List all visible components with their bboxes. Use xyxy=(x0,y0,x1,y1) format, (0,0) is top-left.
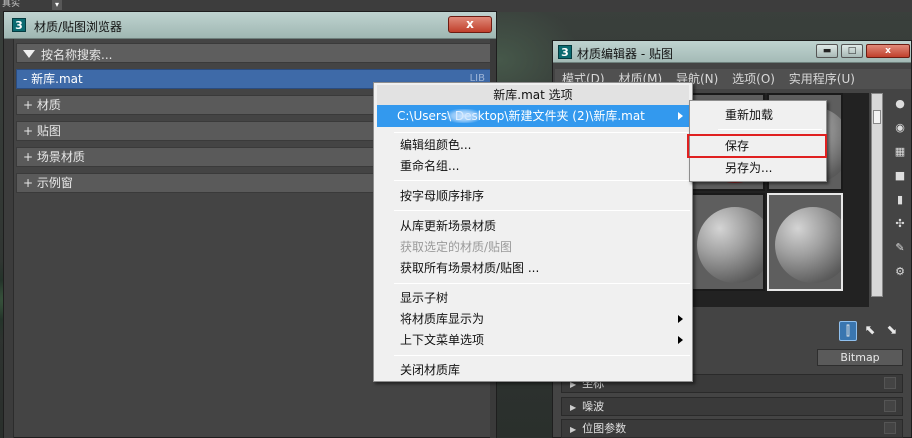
sample-slot-active[interactable] xyxy=(767,193,843,291)
menu-utilities[interactable]: 实用程序(U) xyxy=(789,72,855,86)
menu-item-show-subtree[interactable]: 显示子树 xyxy=(377,288,689,308)
rollout-bitmap-parameters[interactable]: ▶ 位图参数 xyxy=(561,419,903,438)
menu-separator xyxy=(394,132,690,133)
context-menu-library-path-item[interactable]: C:\Users\ Desktop\新建文件夹 (2)\新库.mat xyxy=(377,105,689,127)
library-path-label: C:\Users\ Desktop\新建文件夹 (2)\新库.mat xyxy=(397,109,645,123)
context-menu-header: 新库.mat 选项 xyxy=(377,85,689,105)
go-to-parent-icon[interactable]: ⬉ xyxy=(861,321,879,341)
menu-item-edit-group-color[interactable]: 编辑组颜色... xyxy=(377,135,689,155)
search-by-name-label: 按名称搜索... xyxy=(41,48,113,62)
menu-options[interactable]: 选项(O) xyxy=(732,72,775,86)
editor-close-button[interactable]: x xyxy=(866,44,910,58)
sample-type-sphere-icon[interactable]: ● xyxy=(893,97,907,111)
menu-item-display-library-as[interactable]: 将材质库显示为 xyxy=(377,309,689,329)
map-type-button[interactable]: Bitmap xyxy=(817,349,903,366)
submenu-arrow-icon xyxy=(678,112,683,120)
browser-close-button[interactable]: x xyxy=(448,16,492,33)
rollout-pin-icon[interactable] xyxy=(884,422,896,434)
rollout-noise[interactable]: ▶ 噪波 xyxy=(561,397,903,416)
menu-item-get-all-scene[interactable]: 获取所有场景材质/贴图 ... xyxy=(377,258,689,278)
app-logo-icon: 3 xyxy=(558,45,572,59)
rollout-pin-icon[interactable] xyxy=(884,400,896,412)
select-by-material-icon[interactable]: ⚙ xyxy=(893,265,907,279)
submenu-arrow-icon xyxy=(678,336,683,344)
menu-separator xyxy=(718,129,822,130)
tree-row-label: + 贴图 xyxy=(23,124,61,138)
rollout-pin-icon[interactable] xyxy=(884,377,896,389)
top-strip-text: 真实 xyxy=(2,0,21,9)
maximize-button[interactable]: □ xyxy=(841,44,863,58)
editor-title: 材质编辑器 - 贴图 xyxy=(577,47,673,61)
menu-separator xyxy=(394,355,690,356)
menu-separator xyxy=(394,180,690,181)
editor-titlebar[interactable]: 3 材质编辑器 - 贴图 ▬ □ x xyxy=(553,41,911,63)
slots-scrollbar[interactable] xyxy=(871,93,883,297)
menu-item-update-scene-materials[interactable]: 从库更新场景材质 xyxy=(377,216,689,236)
library-context-menu: 新库.mat 选项 C:\Users\ Desktop\新建文件夹 (2)\新库… xyxy=(373,82,693,382)
rollout-label: 位图参数 xyxy=(582,422,627,435)
rollout-label: 噪波 xyxy=(582,400,605,413)
options-icon[interactable]: ✎ xyxy=(893,241,907,255)
browser-left-edge xyxy=(4,39,14,438)
browser-titlebar[interactable]: 3 材质/贴图浏览器 x xyxy=(4,12,496,39)
menu-item-get-selected: 获取选定的材质/贴图 xyxy=(400,240,513,254)
menu-item-close-library[interactable]: 关闭材质库 xyxy=(377,360,689,380)
video-color-check-icon[interactable]: ▮ xyxy=(893,193,907,207)
collapse-triangle-icon[interactable] xyxy=(23,50,35,58)
annotation-red-box xyxy=(687,134,827,158)
dropdown-arrow-icon[interactable]: ▾ xyxy=(52,0,62,10)
menu-item-rename-group[interactable]: 重命名组... xyxy=(377,156,689,176)
material-sphere xyxy=(697,207,763,283)
backlight-icon[interactable]: ◉ xyxy=(893,121,907,135)
rollout-toggle-icon: ▶ xyxy=(570,425,577,434)
sample-uv-icon[interactable]: ■ xyxy=(893,169,907,183)
checker-background-icon[interactable]: ▦ xyxy=(893,145,907,159)
app-logo-icon: 3 xyxy=(12,18,26,32)
scrollbar-thumb[interactable] xyxy=(873,110,881,124)
menu-item-label: 将材质库显示为 xyxy=(400,312,485,326)
search-by-name-bar[interactable]: 按名称搜索... xyxy=(16,43,492,63)
tree-row-label: + 材质 xyxy=(23,98,61,112)
tree-row-label: + 示例窗 xyxy=(23,176,73,190)
make-preview-icon[interactable]: ✣ xyxy=(893,217,907,231)
rollout-toggle-icon: ▶ xyxy=(570,403,577,412)
menu-item-sort-alphabetically[interactable]: 按字母顺序排序 xyxy=(377,186,689,206)
browser-title: 材质/贴图浏览器 xyxy=(34,20,123,34)
go-forward-sibling-icon[interactable]: ⬊ xyxy=(883,321,901,341)
minimize-button[interactable]: ▬ xyxy=(816,44,838,58)
show-end-result-icon[interactable]: ⫿ xyxy=(839,321,857,341)
redacted-username xyxy=(447,109,481,123)
submenu-item-reload[interactable]: 重新加载 xyxy=(693,105,823,125)
submenu-item-save-as[interactable]: 另存为... xyxy=(693,158,823,178)
tree-row-label: + 场景材质 xyxy=(23,150,85,164)
menu-separator xyxy=(394,283,690,284)
tree-row-label: - 新库.mat xyxy=(23,72,83,86)
library-path-submenu: 重新加载 保存 另存为... xyxy=(687,100,827,182)
sample-slot[interactable] xyxy=(689,193,765,291)
menu-item-context-menu-options[interactable]: 上下文菜单选项 xyxy=(377,330,689,350)
menu-item-label: 上下文菜单选项 xyxy=(400,333,485,347)
submenu-arrow-icon xyxy=(678,315,683,323)
menu-separator xyxy=(394,210,690,211)
material-sphere xyxy=(775,207,841,283)
